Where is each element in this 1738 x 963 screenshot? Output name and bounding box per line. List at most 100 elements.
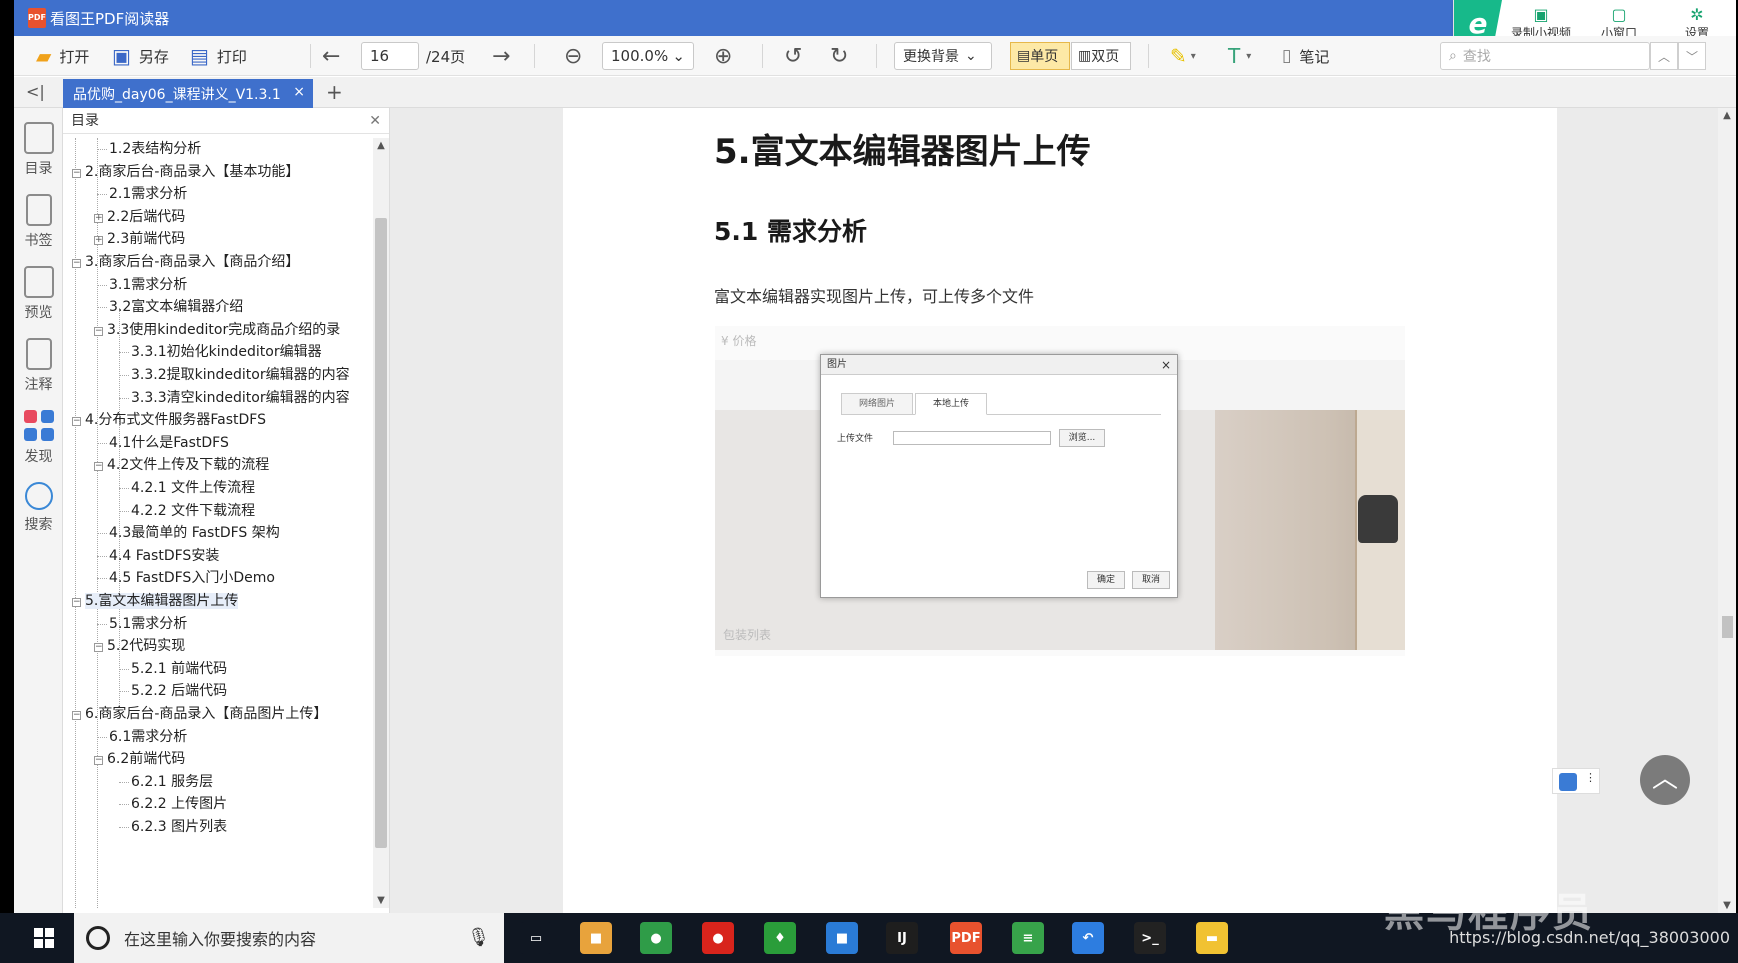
zoom-out-button[interactable]: ⊖: [564, 36, 582, 76]
outline-item[interactable]: +2.3前端代码: [94, 228, 185, 250]
outline-item[interactable]: −6.2前端代码: [94, 748, 185, 770]
zoom-out-icon: ⊖: [564, 43, 583, 69]
outline-item[interactable]: 5.1需求分析: [97, 613, 187, 635]
scrollbar-thumb[interactable]: [1722, 616, 1733, 638]
outline-item[interactable]: +2.2后端代码: [94, 206, 185, 228]
mini-toolbar-widget[interactable]: ⋮: [1552, 768, 1600, 794]
outline-item[interactable]: 6.2.2 上传图片: [119, 793, 227, 815]
microphone-icon[interactable]: 🎙︎: [467, 927, 490, 948]
save-as-button[interactable]: ▣ 另存: [112, 36, 169, 76]
find-next-button[interactable]: ﹀: [1678, 42, 1706, 70]
close-icon[interactable]: ×: [293, 84, 305, 100]
outline-scrollbar[interactable]: ▲ ▼: [373, 138, 389, 908]
find-prev-button[interactable]: ︿: [1650, 42, 1678, 70]
find-input[interactable]: ⌕ 查找: [1440, 42, 1650, 70]
highlighter-button[interactable]: ✎ ▾: [1170, 36, 1196, 76]
outline-item[interactable]: −4.2文件上传及下载的流程: [94, 454, 269, 476]
taskbar-app-notepad-icon[interactable]: ≡: [1012, 922, 1044, 954]
outline-item[interactable]: 3.3.3清空kindeditor编辑器的内容: [119, 387, 350, 409]
outline-item[interactable]: −4.分布式文件服务器FastDFS: [72, 409, 266, 431]
collapse-icon[interactable]: −: [72, 417, 81, 427]
outline-item[interactable]: 3.3.1初始化kindeditor编辑器: [119, 341, 322, 363]
scroll-up-icon[interactable]: ▲: [1718, 110, 1736, 121]
outline-item[interactable]: 3.2富文本编辑器介绍: [97, 296, 243, 318]
collapse-icon[interactable]: −: [94, 326, 103, 336]
text-tool-button[interactable]: T ▾: [1228, 36, 1251, 76]
rail-annotation-button[interactable]: 注释: [14, 338, 63, 394]
scroll-down-icon[interactable]: ▼: [1718, 900, 1736, 911]
outline-item[interactable]: 6.1需求分析: [97, 726, 187, 748]
outline-item[interactable]: 3.1需求分析: [97, 274, 187, 296]
outline-item[interactable]: 4.2.1 文件上传流程: [119, 477, 255, 499]
taskbar-app-red-icon[interactable]: ●: [702, 922, 734, 954]
outline-item[interactable]: −6.商家后台-商品录入【商品图片上传】: [72, 703, 327, 725]
collapse-icon[interactable]: −: [72, 168, 81, 178]
rotate-left-button[interactable]: ↺: [784, 36, 802, 76]
taskbar-search-box[interactable]: 在这里输入你要搜索的内容 🎙︎: [74, 913, 504, 963]
taskbar-pdf-reader-icon[interactable]: PDF: [950, 922, 982, 954]
outline-item[interactable]: −5.2代码实现: [94, 635, 185, 657]
print-button[interactable]: ▤ 打印: [190, 36, 247, 76]
outline-item[interactable]: −3.3使用kindeditor完成商品介绍的录: [94, 319, 340, 341]
scroll-up-icon[interactable]: ▲: [373, 140, 389, 151]
collapse-icon[interactable]: −: [94, 643, 103, 653]
outline-item[interactable]: 5.2.1 前端代码: [119, 658, 227, 680]
prev-page-button[interactable]: ←: [322, 36, 340, 76]
single-page-button[interactable]: ▤ 单页: [1010, 42, 1070, 70]
taskbar-intellij-icon[interactable]: IJ: [886, 922, 918, 954]
outline-item[interactable]: 3.3.2提取kindeditor编辑器的内容: [119, 364, 350, 386]
tree-connector: [97, 578, 107, 580]
notes-button[interactable]: ▯ 笔记: [1282, 36, 1329, 76]
new-tab-button[interactable]: +: [326, 80, 343, 104]
change-background-select[interactable]: 更换背景 ⌄: [894, 42, 992, 70]
collapse-icon[interactable]: −: [72, 259, 81, 268]
tab-document[interactable]: 品优购_day06_课程讲义_V1.3.1 ×: [63, 79, 313, 108]
taskbar-terminal-icon[interactable]: >_: [1134, 922, 1166, 954]
taskbar-app-blue-icon[interactable]: ■: [826, 922, 858, 954]
next-page-button[interactable]: →: [492, 36, 510, 76]
collapse-icon[interactable]: −: [94, 756, 103, 766]
close-icon[interactable]: ✕: [369, 108, 381, 134]
collapse-icon[interactable]: −: [72, 711, 81, 720]
expand-icon[interactable]: +: [94, 213, 103, 223]
outline-item[interactable]: 4.3最简单的 FastDFS 架构: [97, 522, 280, 544]
outline-item[interactable]: 4.4 FastDFS安装: [97, 545, 219, 567]
rail-discover-button[interactable]: 发现: [14, 410, 63, 466]
outline-item[interactable]: 4.2.2 文件下载流程: [119, 500, 255, 522]
outline-item[interactable]: −2.商家后台-商品录入【基本功能】: [72, 161, 299, 183]
collapse-sidebar-button[interactable]: <|: [26, 82, 45, 101]
taskbar-app-green-icon[interactable]: ♦: [764, 922, 796, 954]
rail-outline-button[interactable]: 目录: [14, 122, 63, 178]
outline-item[interactable]: 6.2.3 图片列表: [119, 816, 227, 838]
rail-preview-button[interactable]: 预览: [14, 266, 63, 322]
outline-item[interactable]: −3.商家后台-商品录入【商品介绍】: [72, 251, 299, 273]
zoom-select[interactable]: 100.0% ⌄: [602, 42, 694, 70]
rotate-right-button[interactable]: ↻: [830, 36, 848, 76]
double-page-button[interactable]: ▥ 双页: [1071, 42, 1131, 70]
rail-search-button[interactable]: 搜索: [14, 482, 63, 534]
outline-item[interactable]: 1.2表结构分析: [97, 138, 201, 160]
outline-item[interactable]: 5.2.2 后端代码: [119, 680, 227, 702]
back-to-top-button[interactable]: ︿: [1640, 755, 1690, 805]
taskbar-chrome-icon[interactable]: ●: [640, 922, 672, 954]
open-button[interactable]: ▰ 打开: [36, 36, 89, 76]
collapse-icon[interactable]: −: [94, 462, 103, 472]
outline-item[interactable]: 4.1什么是FastDFS: [97, 432, 229, 454]
outline-item[interactable]: 2.1需求分析: [97, 183, 187, 205]
outline-item[interactable]: 4.5 FastDFS入门小Demo: [97, 567, 275, 589]
start-button[interactable]: [14, 913, 74, 963]
rail-bookmark-button[interactable]: 书签: [14, 194, 63, 250]
expand-icon[interactable]: +: [94, 236, 103, 246]
taskbar-app-arrow-icon[interactable]: ↶: [1072, 922, 1104, 954]
outline-item[interactable]: 6.2.1 服务层: [119, 771, 213, 793]
taskbar-explorer-icon[interactable]: ▬: [1196, 922, 1228, 954]
collapse-icon[interactable]: −: [72, 598, 81, 607]
document-scrollbar[interactable]: ▲ ▼: [1718, 108, 1736, 913]
taskbar-task-view-icon[interactable]: ▭: [520, 922, 552, 954]
taskbar-app-1-icon[interactable]: ■: [580, 922, 612, 954]
scrollbar-thumb[interactable]: [375, 218, 387, 848]
page-number-input[interactable]: 16: [361, 42, 419, 70]
zoom-in-button[interactable]: ⊕: [714, 36, 732, 76]
outline-item[interactable]: −5.富文本编辑器图片上传: [72, 590, 239, 612]
scroll-down-icon[interactable]: ▼: [373, 895, 389, 906]
